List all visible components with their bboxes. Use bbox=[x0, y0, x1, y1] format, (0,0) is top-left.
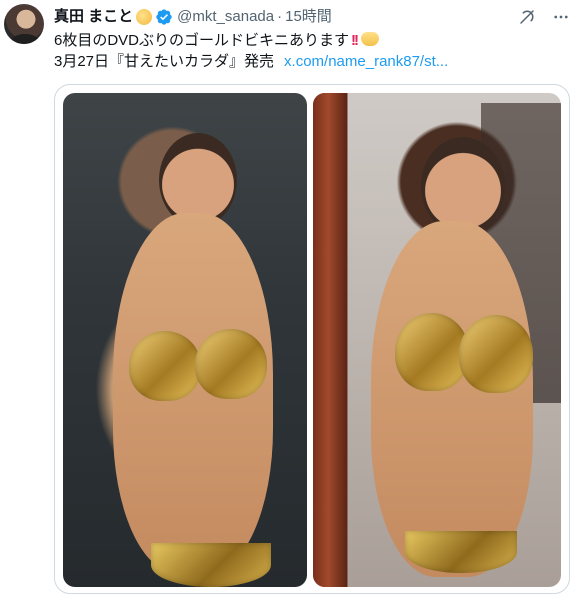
photo-1-gold-top bbox=[129, 331, 201, 401]
tweet-text-line-2-prefix: 3月27日『甘えたいカラダ』発売 bbox=[54, 53, 275, 70]
verified-badge-icon bbox=[156, 9, 172, 25]
tweet-card[interactable]: 真田 まこと @mkt_sanada · 15時間 6枚目のDVDぶりのゴールド… bbox=[0, 0, 580, 605]
avatar-shoulders bbox=[10, 34, 40, 44]
photo-2-gold-top bbox=[395, 313, 469, 391]
media-card[interactable] bbox=[54, 84, 570, 594]
photo-1-gold-bottom bbox=[151, 543, 271, 587]
grok-icon bbox=[520, 10, 534, 24]
tweet-text-line-2: 3月27日『甘えたいカラダ』発売 x.com/name_rank87/st... bbox=[54, 51, 554, 72]
photo-2-mirror-frame bbox=[313, 93, 347, 587]
tweet-text-line-1: 6枚目のDVDぶりのゴールドビキニあります!! bbox=[54, 30, 554, 51]
separator-dot: · bbox=[277, 8, 283, 25]
more-options-icon bbox=[554, 15, 568, 19]
display-name[interactable]: 真田 まこと bbox=[54, 7, 133, 27]
grok-button[interactable] bbox=[516, 6, 538, 28]
tweet-text: 6枚目のDVDぶりのゴールドビキニあります!! 3月27日『甘えたいカラダ』発売… bbox=[54, 30, 554, 72]
tweet-header: 真田 まこと @mkt_sanada · 15時間 bbox=[54, 6, 332, 28]
more-options-button[interactable] bbox=[550, 6, 572, 28]
photo-2-torso bbox=[371, 221, 533, 577]
media-photo-1[interactable] bbox=[63, 93, 307, 587]
media-photo-2[interactable] bbox=[313, 93, 561, 587]
double-exclamation-emoji-icon: !! bbox=[351, 32, 359, 49]
tweet-link[interactable]: x.com/name_rank87/st... bbox=[284, 53, 448, 70]
avatar[interactable] bbox=[4, 4, 44, 44]
photo-2-gold-top-right bbox=[459, 315, 533, 393]
tweet-top-actions bbox=[516, 6, 572, 28]
tweet-text-line-1-content: 6枚目のDVDぶりのゴールドビキニあります bbox=[54, 32, 350, 49]
photo-2-gold-bottom bbox=[405, 531, 517, 573]
timestamp[interactable]: 15時間 bbox=[285, 7, 332, 27]
user-handle[interactable]: @mkt_sanada bbox=[177, 7, 274, 27]
wave-emoji-icon bbox=[361, 32, 380, 46]
photo-1-gold-top-right bbox=[195, 329, 267, 399]
sun-emoji-icon bbox=[136, 9, 153, 25]
